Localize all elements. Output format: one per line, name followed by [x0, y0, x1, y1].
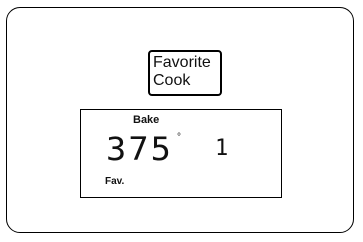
- favorite-number: 1: [215, 136, 229, 161]
- degree-symbol: °: [177, 132, 181, 143]
- cook-mode-label: Bake: [133, 114, 160, 126]
- favorite-indicator: Fav.: [105, 176, 125, 187]
- oven-display: Bake 375 ° 1 Fav.: [80, 109, 282, 198]
- favorite-cook-button[interactable]: Favorite Cook: [148, 50, 222, 96]
- temperature-readout: 375: [106, 130, 173, 168]
- favorite-cook-label-line1: Favorite: [153, 54, 211, 71]
- favorite-cook-label-line2: Cook: [153, 72, 191, 89]
